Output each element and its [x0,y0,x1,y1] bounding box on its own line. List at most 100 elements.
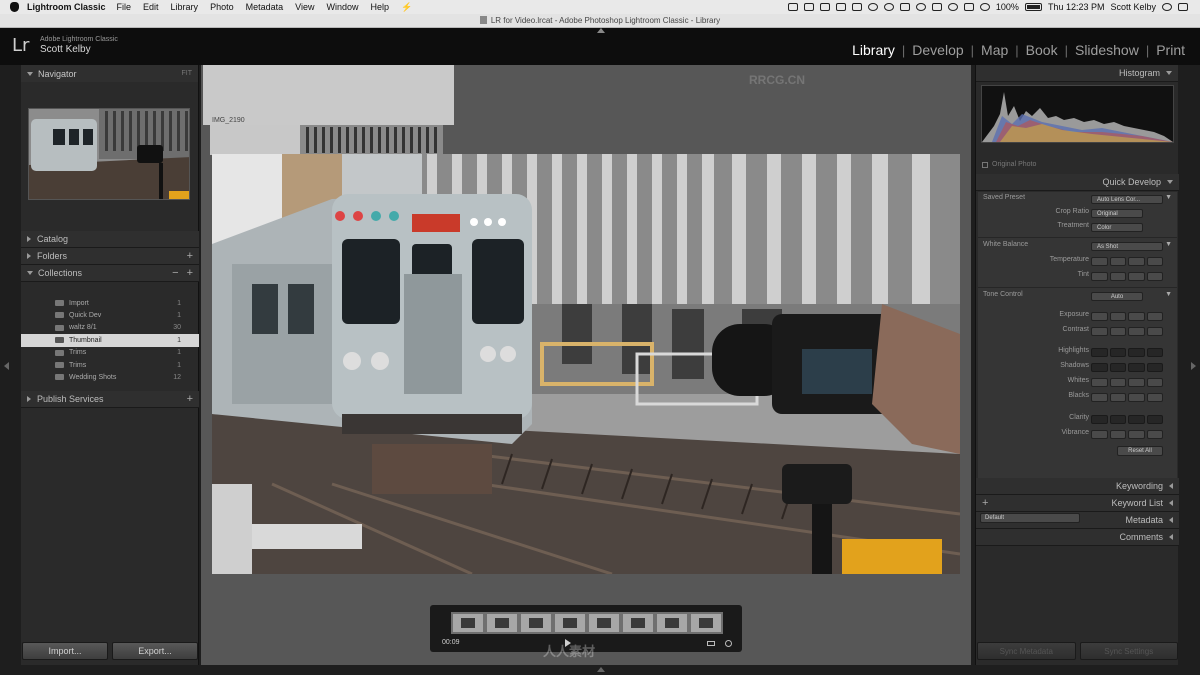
top-panel-toggle-icon[interactable] [597,28,605,33]
display-icon[interactable] [899,3,910,11]
contrast-stepper[interactable] [1091,327,1163,336]
white-balance-label: White Balance [983,241,1029,248]
menu-user[interactable]: Scott Kelby [1110,2,1156,12]
blacks-stepper[interactable] [1091,393,1163,402]
module-print[interactable]: Print [1156,42,1185,58]
navigator-header[interactable]: Navigator FIT [21,65,198,82]
left-panel-toggle-icon[interactable] [4,362,9,370]
menu-library[interactable]: Library [171,2,199,12]
add-collection-icon[interactable]: + [187,267,193,279]
remove-collection-icon[interactable]: − [172,267,178,279]
sync-settings-button[interactable]: Sync Settings [1079,642,1178,660]
module-library[interactable]: Library [852,42,895,58]
module-slideshow[interactable]: Slideshow [1075,42,1139,58]
info-icon[interactable] [867,3,878,11]
exposure-stepper[interactable] [1091,312,1163,321]
collection-item[interactable]: Quick Dev 1 [21,309,199,321]
saved-preset-select[interactable]: Auto Lens Cor... [1091,195,1163,204]
histogram-header[interactable]: Histogram [976,65,1178,82]
keyword-list-header[interactable]: + Keyword List [976,495,1179,512]
export-button[interactable]: Export... [112,642,198,660]
add-publish-service-icon[interactable]: + [187,393,193,405]
import-button[interactable]: Import... [22,642,108,660]
dropbox-icon[interactable] [803,3,814,11]
chevron-down-icon[interactable]: ▼ [1165,291,1172,298]
sync-icon[interactable] [915,3,926,11]
collapse-triangle-icon [1166,71,1172,75]
volume-icon[interactable] [963,3,974,11]
menu-view[interactable]: View [295,2,314,12]
quick-develop-header[interactable]: Quick Develop [976,174,1179,191]
collection-item[interactable]: Trims 1 [21,347,199,359]
catalog-header[interactable]: Catalog [21,231,199,248]
time-machine-icon[interactable] [979,3,990,11]
publish-services-header[interactable]: Publish Services + [21,391,199,408]
notifications-icon[interactable] [1178,3,1188,11]
module-map[interactable]: Map [981,42,1008,58]
folders-header[interactable]: Folders + [21,248,199,265]
treatment-select[interactable]: Color [1091,223,1143,232]
collection-filter-row[interactable] [21,287,199,297]
filmstrip-toggle-icon[interactable] [597,667,605,672]
vibrance-stepper[interactable] [1091,430,1163,439]
main-photo[interactable] [212,154,960,574]
chevron-down-icon[interactable]: ▼ [1165,194,1172,201]
add-folder-icon[interactable]: + [187,250,193,262]
add-keyword-icon[interactable]: + [982,497,988,509]
highlights-stepper[interactable] [1091,348,1163,357]
camera-icon[interactable] [819,3,830,11]
collection-item-selected[interactable]: Thumbnail 1 [21,334,199,347]
original-photo-checkbox[interactable] [982,161,988,168]
video-thumbnail[interactable] [210,125,443,155]
module-book[interactable]: Book [1026,42,1058,58]
metadata-preset-select[interactable]: Default [980,513,1080,523]
video-frame-strip[interactable] [451,612,723,634]
right-panel-buttons: Sync Metadata Sync Settings [976,642,1179,662]
screen-icon[interactable] [787,3,798,11]
search-icon[interactable] [1162,3,1172,11]
apple-icon[interactable] [10,2,19,12]
temperature-stepper[interactable] [1091,257,1163,266]
collection-item[interactable]: Wedding Shots 12 [21,371,199,383]
navigator-fit[interactable]: FIT [182,70,193,77]
keywording-header[interactable]: Keywording [976,478,1179,495]
menu-photo[interactable]: Photo [210,2,234,12]
reset-all-button[interactable]: Reset All [1117,446,1163,456]
navigator-preview[interactable] [28,108,190,200]
auto-tone-button[interactable]: Auto [1091,292,1143,301]
right-panel-toggle-icon[interactable] [1191,362,1196,370]
module-develop[interactable]: Develop [912,42,963,58]
clarity-stepper[interactable] [1091,415,1163,424]
original-photo-toggle[interactable]: Original Photo [982,161,1036,168]
cloud-icon[interactable] [851,3,862,11]
menu-help[interactable]: Help [371,2,390,12]
frame-capture-icon[interactable] [707,641,715,646]
battery-icon[interactable] [1024,3,1042,11]
chevron-down-icon[interactable]: ▼ [1165,241,1172,248]
menu-file[interactable]: File [117,2,132,12]
collection-item[interactable]: waltz 8/1 30 [21,322,199,334]
drop-icon[interactable] [883,3,894,11]
menu-edit[interactable]: Edit [143,2,159,12]
whites-stepper[interactable] [1091,378,1163,387]
metadata-header[interactable]: Default Metadata [976,512,1179,529]
menu-window[interactable]: Window [326,2,358,12]
sync-metadata-button[interactable]: Sync Metadata [977,642,1076,660]
wifi-icon[interactable] [947,3,958,11]
shadows-stepper[interactable] [1091,363,1163,372]
bolt-icon[interactable]: ⚡ [401,2,412,13]
crop-ratio-select[interactable]: Original [1091,209,1143,218]
app-menu[interactable]: Lightroom Classic [27,2,106,12]
collection-item[interactable]: Import 1 [21,297,199,309]
tint-stepper[interactable] [1091,272,1163,281]
gear-icon[interactable] [725,640,732,647]
bluetooth-icon[interactable] [931,3,942,11]
menu-clock[interactable]: Thu 12:23 PM [1048,2,1105,12]
menu-metadata[interactable]: Metadata [246,2,284,12]
collection-item[interactable]: Trims 1 [21,359,199,371]
white-balance-select[interactable]: As Shot [1091,242,1163,251]
histogram-graph[interactable] [981,85,1174,143]
collections-header[interactable]: Collections − + [21,265,199,282]
comments-header[interactable]: Comments [976,529,1179,546]
share-icon[interactable] [835,3,846,11]
